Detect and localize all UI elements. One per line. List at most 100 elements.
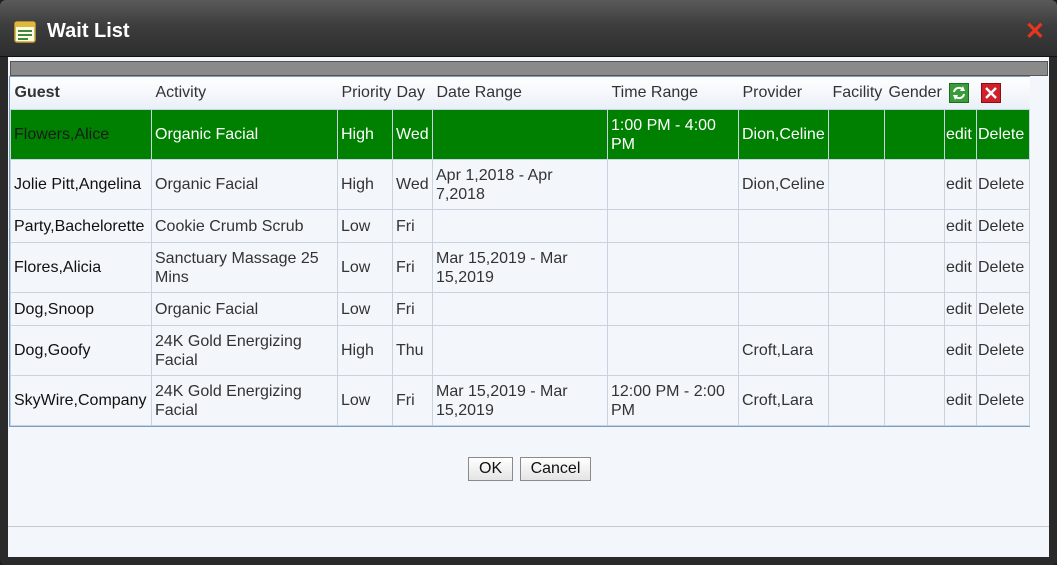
table-row[interactable]: Flores,Alicia Sanctuary Massage 25 Mins Lo… [10,242,1030,293]
wait-list-dialog: Wait List ✕ Guest Activity Priority Day [0,0,1057,565]
delete-link[interactable]: Delete [976,292,1030,326]
cell-guest[interactable]: Dog,Goofy [10,325,152,376]
cell-guest[interactable]: Jolie Pitt,Angelina [10,159,152,210]
cell-date-range: Mar 15,2019 - Mar 15,2019 [432,375,608,426]
header-provider[interactable]: Provider [738,77,829,110]
delete-link[interactable]: Delete [976,109,1030,160]
edit-link[interactable]: edit [944,209,977,243]
header-time-range[interactable]: Time Range [607,77,739,110]
cell-day: Thu [392,325,433,376]
header-gender[interactable]: Gender [884,77,945,110]
cell-provider [738,209,829,243]
edit-link[interactable]: edit [944,159,977,210]
cell-provider: Croft,Lara [738,325,829,376]
cell-facility [828,109,885,160]
cell-time-range [607,325,739,376]
cell-priority: Low [337,209,393,243]
cell-gender [884,242,945,293]
table-header-row: Guest Activity Priority Day Date Range T… [10,77,1030,110]
table-row[interactable]: Party,Bachelorette Cookie Crumb Scrub Low F… [10,209,1030,243]
delete-link[interactable]: Delete [976,209,1030,243]
cell-date-range: Mar 15,2019 - Mar 15,2019 [432,242,608,293]
edit-link[interactable]: edit [944,375,977,426]
title-bar[interactable]: Wait List ✕ [0,0,1057,57]
edit-link[interactable]: edit [944,109,977,160]
close-icon[interactable]: ✕ [1025,20,1045,44]
delete-link[interactable]: Delete [976,325,1030,376]
footer-divider [8,526,1049,527]
delete-link[interactable]: Delete [976,159,1030,210]
cell-day: Wed [392,159,433,210]
cell-guest[interactable]: SkyWire,Company [10,375,152,426]
cell-guest[interactable]: Party,Bachelorette [10,209,152,243]
cell-activity: 24K Gold Energizing Facial [151,375,338,426]
cell-priority: High [337,325,393,376]
header-day[interactable]: Day [392,77,433,110]
cell-guest[interactable]: Flores,Alicia [10,242,152,293]
cell-time-range [607,242,739,293]
header-priority[interactable]: Priority [337,77,393,110]
cell-activity: Organic Facial [151,159,338,210]
edit-link[interactable]: edit [944,325,977,376]
header-date-range[interactable]: Date Range [432,77,608,110]
cell-guest[interactable]: Flowers,Alice [10,109,152,160]
table-row[interactable]: Dog,Goofy 24K Gold Energizing Facial High T… [10,325,1030,376]
cell-day: Fri [392,242,433,293]
cell-gender [884,325,945,376]
cell-day: Fri [392,292,433,326]
header-facility[interactable]: Facility [828,77,885,110]
table-row[interactable]: Dog,Snoop Organic Facial Low Fri edit Delete [10,292,1030,326]
cell-priority: High [337,159,393,210]
cancel-button[interactable]: Cancel [519,457,592,481]
remove-icon[interactable] [980,83,1001,103]
cell-activity: Organic Facial [151,292,338,326]
header-remove-cell [976,77,1030,110]
header-refresh-cell [944,77,977,110]
refresh-icon[interactable] [948,83,969,103]
cell-guest[interactable]: Dog,Snoop [10,292,152,326]
edit-link[interactable]: edit [944,292,977,326]
cell-gender [884,109,945,160]
header-activity[interactable]: Activity [151,77,338,110]
edit-link[interactable]: edit [944,242,977,293]
ok-button[interactable]: OK [468,457,514,481]
table-row[interactable]: Jolie Pitt,Angelina Organic Facial High Wed… [10,159,1030,210]
cell-date-range [432,209,608,243]
header-strip [10,61,1048,76]
cell-day: Fri [392,209,433,243]
cell-time-range: 12:00 PM - 2:00 PM [607,375,739,426]
header-guest[interactable]: Guest [10,77,152,110]
cell-date-range: Apr 1,2018 - Apr 7,2018 [432,159,608,210]
cell-day: Fri [392,375,433,426]
dialog-content: Guest Activity Priority Day Date Range T… [8,57,1049,557]
cell-activity: Cookie Crumb Scrub [151,209,338,243]
cell-date-range [432,325,608,376]
cell-provider [738,292,829,326]
cell-priority: Low [337,292,393,326]
cell-activity: Sanctuary Massage 25 Mins [151,242,338,293]
table-row[interactable]: SkyWire,Company 24K Gold Energizing Facia… [10,375,1030,426]
delete-link[interactable]: Delete [976,242,1030,293]
wait-list-table: Guest Activity Priority Day Date Range T… [9,76,1030,427]
dialog-buttons: OK Cancel [468,457,593,481]
cell-day: Wed [392,109,433,160]
cell-provider [738,242,829,293]
cell-facility [828,325,885,376]
cell-facility [828,375,885,426]
list-icon [14,21,36,43]
cell-facility [828,242,885,293]
cell-time-range [607,292,739,326]
cell-time-range [607,159,739,210]
cell-facility [828,292,885,326]
cell-time-range [607,209,739,243]
cell-gender [884,209,945,243]
cell-provider: Croft,Lara [738,375,829,426]
table-row[interactable]: Flowers,Alice Organic Facial High Wed 1:00 P… [10,109,1030,160]
cell-gender [884,159,945,210]
cell-time-range: 1:00 PM - 4:00 PM [607,109,739,160]
cell-gender [884,292,945,326]
cell-priority: Low [337,375,393,426]
cell-date-range [432,292,608,326]
cell-facility [828,159,885,210]
delete-link[interactable]: Delete [976,375,1030,426]
